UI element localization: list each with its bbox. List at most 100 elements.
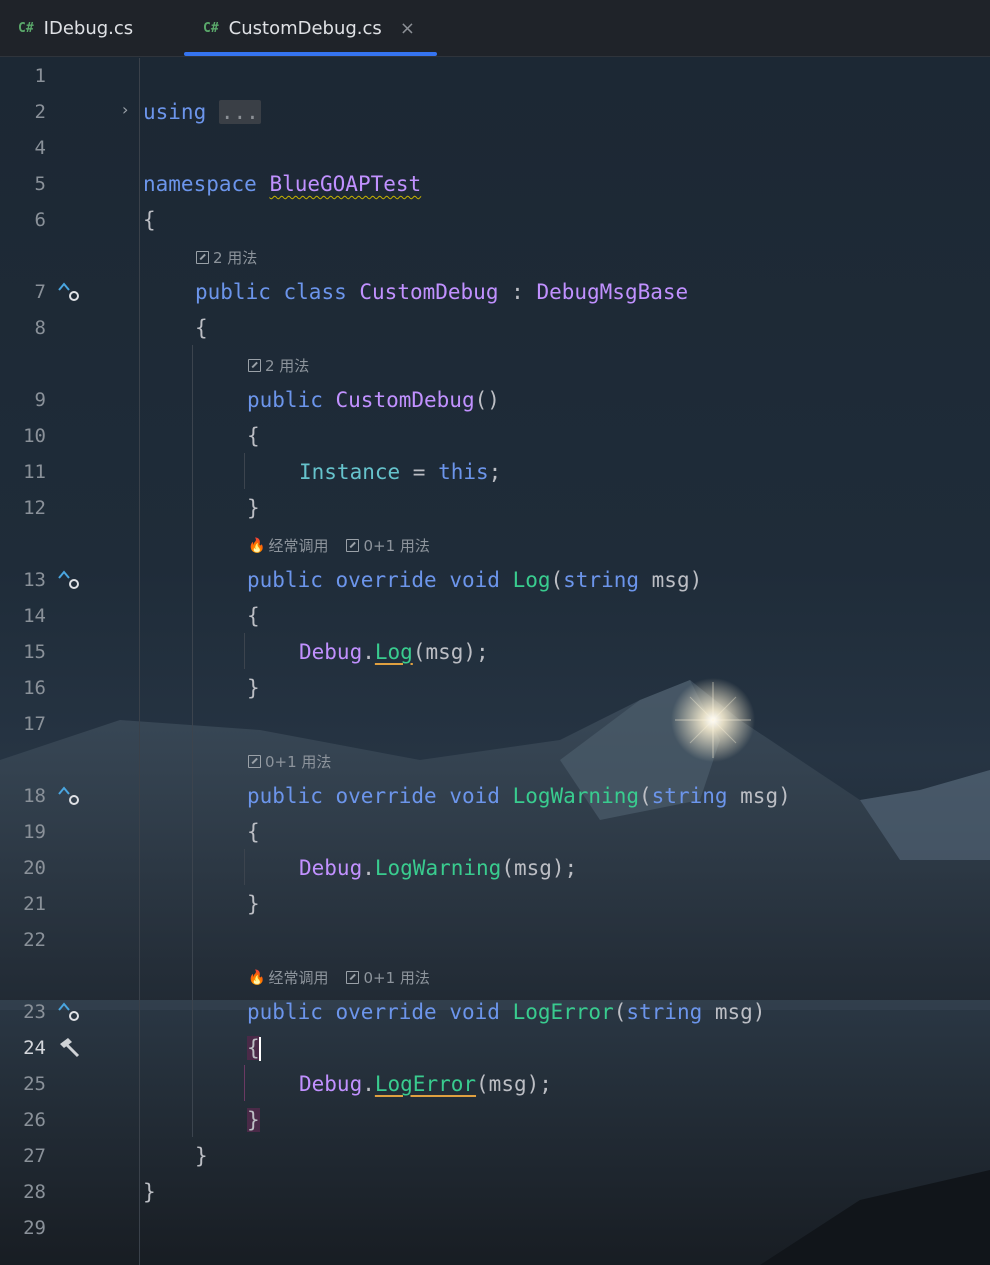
line-number: 13 [23,569,46,591]
expand-fold-icon[interactable]: › [122,100,128,119]
line-number: 15 [23,641,46,663]
implements-override-icon[interactable] [56,1000,82,1024]
indent-guide [244,453,245,489]
code-line[interactable]: public override void LogError(string msg… [247,999,765,1025]
method-call: LogError [374,1072,477,1096]
line-number: 20 [23,857,46,879]
usages-icon [346,539,360,552]
usages-hint[interactable]: 🔥 经常调用 0+1 用法 [248,535,430,556]
code-line[interactable]: } [195,1143,208,1169]
paren: ( [613,1000,627,1024]
indent-guide [192,345,193,1137]
close-tab-icon[interactable]: × [400,18,415,39]
line-number: 26 [23,1109,46,1131]
line-number: 4 [34,137,46,159]
usages-hint[interactable]: 0+1 用法 [248,751,331,772]
colon: : [511,280,524,304]
keyword: public [247,568,323,592]
keyword: string [651,784,728,808]
keyword: override [335,568,437,592]
code-line[interactable]: } [143,1179,156,1205]
keyword: public [247,784,323,808]
class-name: Debug [299,856,363,880]
line-number: 5 [34,173,46,195]
param: msg) [727,784,791,808]
line-number: 1 [34,65,46,87]
dot: . [362,1072,375,1096]
fire-icon: 🔥 [248,537,266,554]
line-number: 24 [23,1037,46,1059]
args: (msg); [501,856,578,880]
hammer-icon[interactable] [56,1036,82,1060]
gutter-separator [139,58,140,1265]
code-line[interactable]: namespace BlueGOAPTest [143,171,421,197]
code-line[interactable]: public override void Log(string msg) [247,567,702,593]
code-line[interactable]: } [247,1107,260,1133]
hint-label: 经常调用 [268,537,329,555]
tab-label: IDebug.cs [43,17,134,39]
field-name: Instance [299,460,401,484]
code-line[interactable]: Debug.LogWarning(msg); [299,855,577,881]
class-name: Debug [299,640,363,664]
class-name: CustomDebug [359,280,499,304]
csharp-file-icon: C# [203,20,219,36]
param: msg) [639,568,703,592]
method-name: LogWarning [512,784,639,808]
usages-hint[interactable]: 2 用法 [248,355,309,376]
method-name: LogError [512,1000,614,1024]
line-number: 16 [23,677,46,699]
code-line[interactable]: } [247,675,260,701]
keyword: public [247,1000,323,1024]
usages-hint[interactable]: 🔥 经常调用 0+1 用法 [248,967,430,988]
code-line[interactable]: { [195,315,208,341]
line-number: 23 [23,1001,46,1023]
keyword: public [195,280,271,304]
line-number: 2 [34,101,46,123]
indent-guide [244,633,245,669]
code-line[interactable]: { [247,603,260,629]
paren: ( [639,784,652,808]
args: (msg); [412,640,489,664]
code-line[interactable]: public class CustomDebug : DebugMsgBase [195,279,688,305]
code-line[interactable]: { [247,423,260,449]
csharp-file-icon: C# [18,20,34,36]
indent-guide [244,1065,245,1101]
code-line[interactable]: { [143,207,156,233]
code-line[interactable]: public override void LogWarning(string m… [247,783,791,809]
code-line[interactable]: } [247,891,260,917]
text-caret [258,1037,261,1061]
implements-override-icon[interactable] [56,280,82,304]
usages-hint[interactable]: 2 用法 [196,247,257,268]
usages-icon [346,971,360,984]
usages-icon [196,251,209,264]
tab-customdebug[interactable]: C# CustomDebug.cs × [203,0,415,56]
code-line-current[interactable]: { [247,1035,261,1061]
keyword: public [247,388,323,412]
keyword: void [449,1000,500,1024]
dot: . [362,640,375,664]
code-line[interactable]: Debug.Log(msg); [299,639,489,665]
tab-idebug[interactable]: C# IDebug.cs [18,0,133,56]
fire-icon: 🔥 [248,969,266,986]
folded-region[interactable]: ... [218,100,261,124]
line-number: 6 [34,209,46,231]
keyword: void [449,784,500,808]
code-line[interactable]: public CustomDebug() [247,387,500,413]
constructor-name: CustomDebug [335,388,475,412]
code-line[interactable]: Instance = this; [299,459,501,485]
code-line[interactable]: } [247,495,260,521]
hint-label: 0+1 用法 [363,969,430,987]
parens: () [474,388,500,412]
method-call: LogWarning [374,856,502,880]
code-line[interactable]: Debug.LogError(msg); [299,1071,552,1097]
keyword: string [563,568,640,592]
code-line[interactable]: using ... [143,99,261,125]
implements-override-icon[interactable] [56,568,82,592]
implements-override-icon[interactable] [56,784,82,808]
code-line[interactable]: { [247,819,260,845]
matched-brace: } [247,1108,260,1132]
line-number: 22 [23,929,46,951]
line-number: 25 [23,1073,46,1095]
keyword: string [626,1000,703,1024]
line-number: 29 [23,1217,46,1239]
